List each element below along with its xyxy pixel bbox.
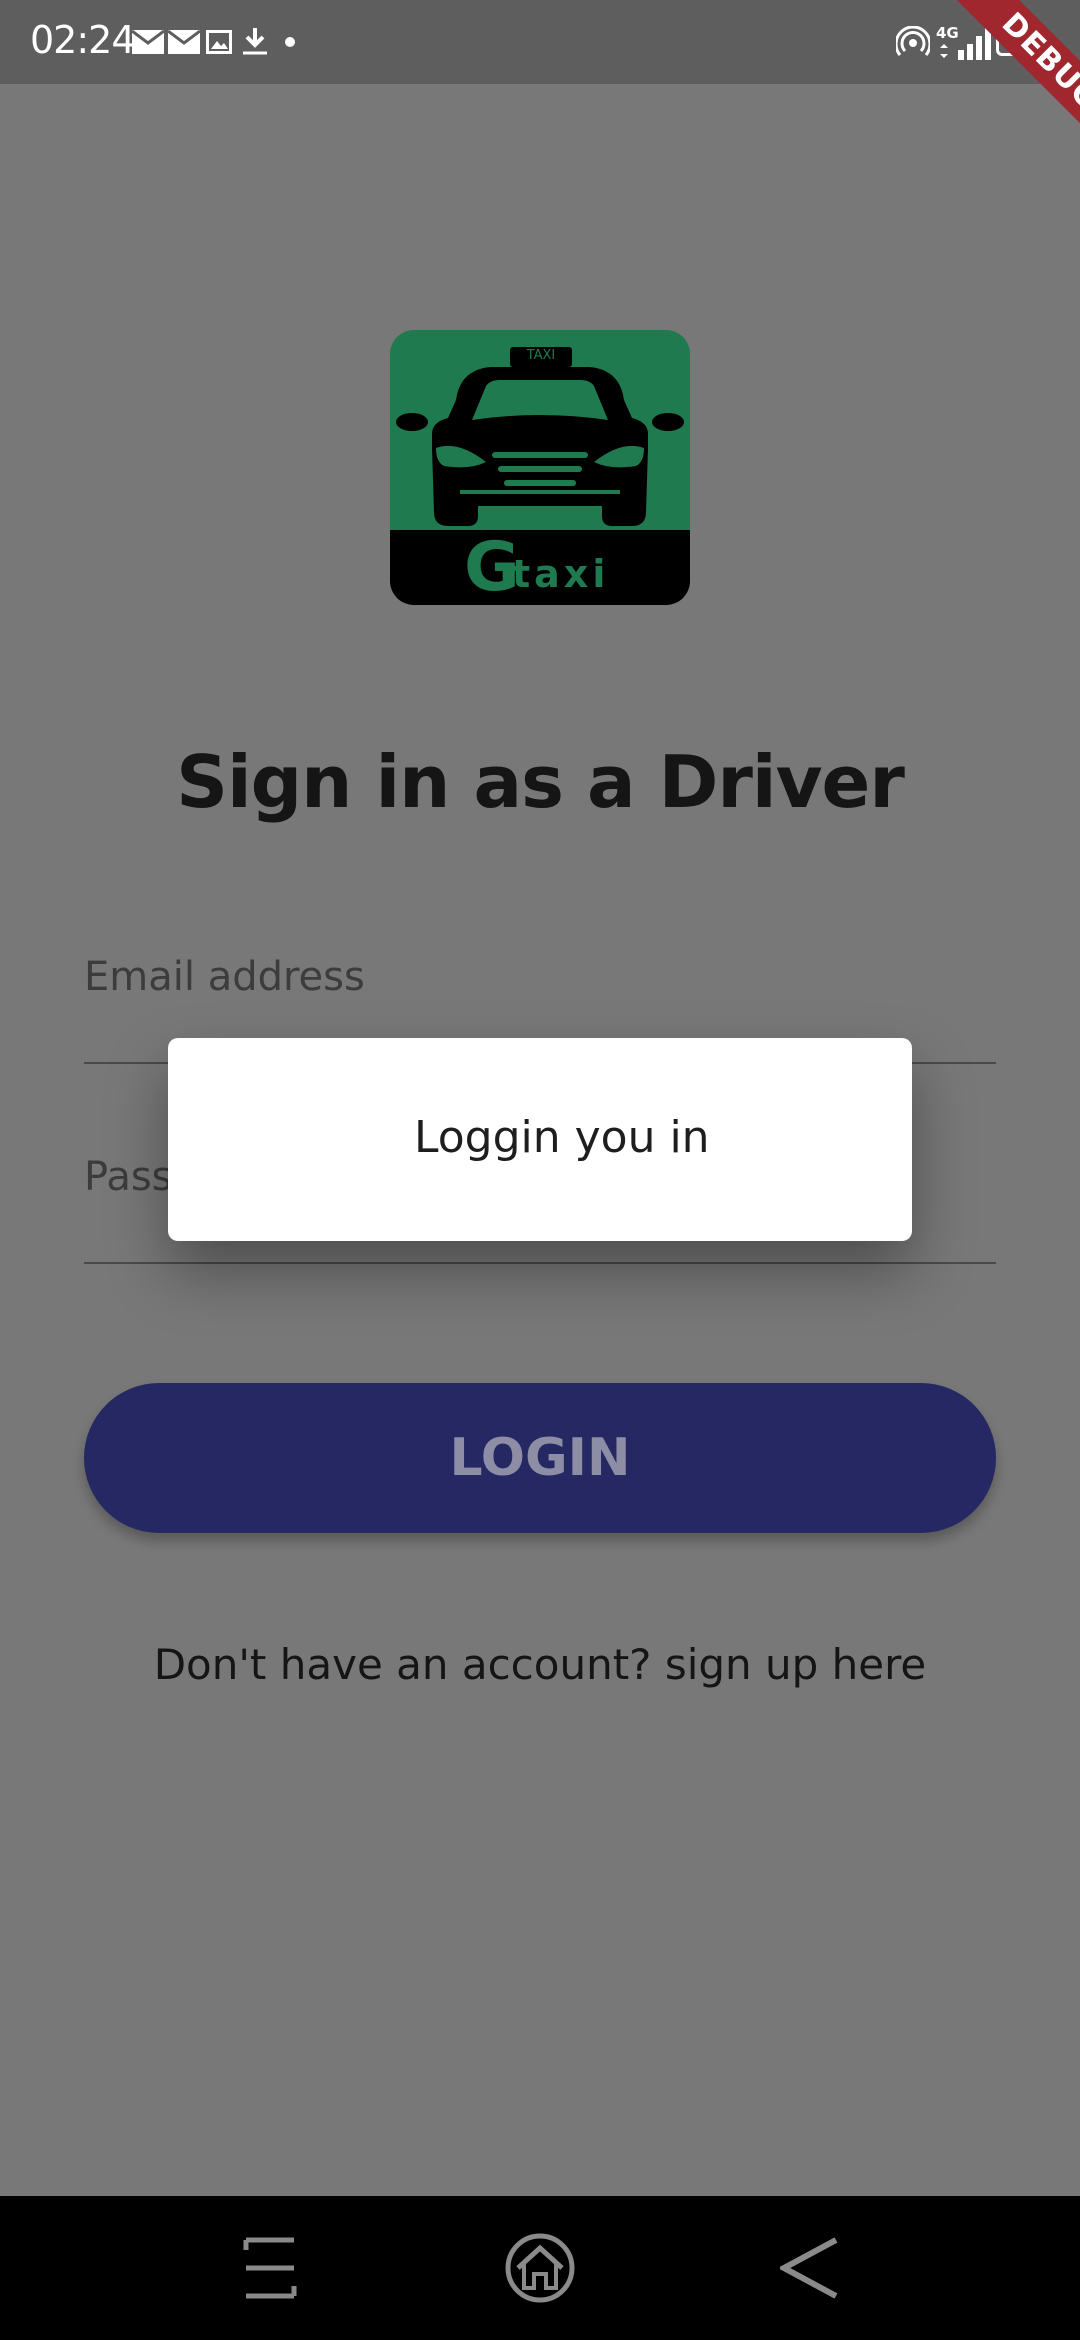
menu-icon[interactable] — [242, 2236, 298, 2300]
password-field-underline[interactable] — [84, 1262, 996, 1264]
email-field-label[interactable]: Email address — [84, 954, 365, 1000]
signal-icon — [940, 28, 991, 60]
login-button[interactable]: LOGIN — [84, 1383, 996, 1533]
logo-brand-text: taxi — [512, 552, 610, 596]
home-icon[interactable] — [504, 2232, 576, 2304]
status-bar: 02:24 4G 66 — [0, 0, 1080, 84]
mail-icon — [132, 30, 164, 54]
app-logo: TAXI G taxi — [390, 330, 690, 605]
back-icon[interactable] — [780, 2236, 840, 2300]
download-icon — [243, 28, 267, 55]
signup-link[interactable]: Don't have an account? sign up here — [0, 1640, 1080, 1689]
mail-icon — [168, 30, 200, 54]
logo-roof-sign: TAXI — [526, 348, 556, 363]
hotspot-icon — [896, 26, 930, 56]
page-title: Sign in as a Driver — [176, 740, 905, 824]
image-icon — [206, 30, 232, 54]
loading-message: Loggin you in — [414, 1112, 710, 1163]
password-field-label[interactable]: Pass — [84, 1154, 173, 1200]
loading-dialog: Loggin you in — [168, 1038, 912, 1241]
dot-icon — [285, 37, 295, 47]
navigation-bar — [0, 2196, 1080, 2340]
status-time: 02:24 — [30, 18, 136, 62]
